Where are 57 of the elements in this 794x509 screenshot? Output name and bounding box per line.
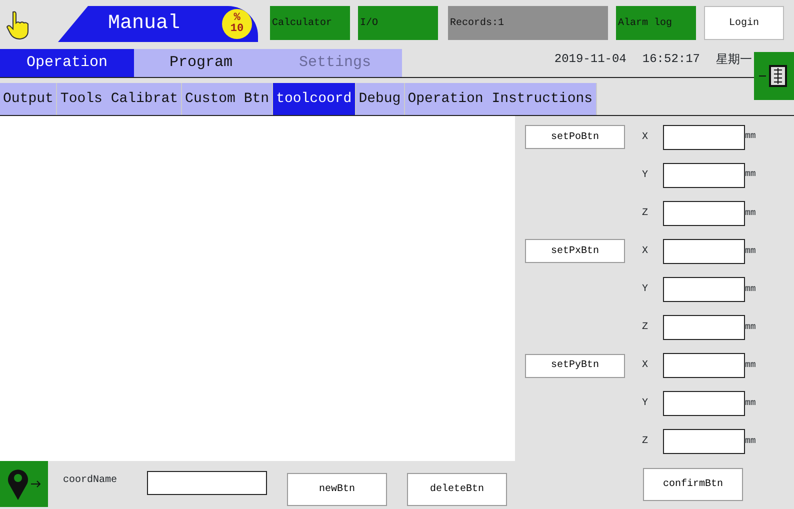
axis-label: Y	[640, 397, 649, 412]
coordinate-field[interactable]	[663, 162, 745, 188]
axis-label: X	[640, 244, 649, 259]
unit-label: mm	[745, 168, 756, 182]
header-button[interactable]: Login	[704, 6, 784, 40]
confirm-button[interactable]: confirmBtn	[643, 468, 744, 500]
coordinate-field[interactable]	[663, 353, 745, 378]
axis-label: Z	[640, 321, 649, 336]
set-point-button[interactable]: setPoBtn	[525, 125, 625, 150]
axis-label: X	[640, 130, 649, 145]
set-point-button[interactable]: setPxBtn	[525, 239, 625, 264]
side-button[interactable]	[754, 52, 794, 100]
date-text: 2019-11-04	[554, 51, 626, 68]
header-button[interactable]: I/O	[358, 6, 438, 40]
coordinate-field[interactable]	[663, 276, 745, 302]
header-button[interactable]: Alarm log	[616, 6, 696, 40]
weekday-text: 星期一	[716, 51, 752, 68]
main-tab[interactable]: Operation	[0, 49, 134, 77]
sub-tab[interactable]: Debug	[356, 83, 405, 115]
unit-label: mm	[745, 320, 756, 334]
unit-label: mm	[745, 244, 756, 258]
axis-label: X	[640, 359, 649, 374]
set-point-button[interactable]: setPyBtn	[525, 354, 625, 378]
coordinate-field[interactable]	[663, 391, 745, 416]
sub-tab[interactable]: Operation Instructions	[404, 83, 597, 115]
header-button[interactable]: Calculator	[270, 6, 350, 40]
axis-label: Y	[640, 282, 649, 297]
action-button[interactable]: deleteBtn	[407, 472, 508, 506]
location-button[interactable]	[0, 461, 48, 507]
coordinate-field[interactable]	[663, 238, 745, 264]
unit-label: mm	[745, 397, 756, 410]
sub-tab[interactable]: Tools Calibrat	[57, 83, 182, 115]
unit-label: mm	[745, 206, 756, 220]
sub-tab[interactable]: Custom Btn	[182, 83, 274, 115]
unit-label: mm	[745, 358, 756, 372]
action-button[interactable]: newBtn	[287, 472, 388, 506]
speed-value: 10	[230, 24, 244, 35]
list-icon	[758, 64, 790, 88]
unit-label: mm	[745, 435, 756, 448]
time-text: 16:52:17	[642, 51, 700, 68]
axis-label: Z	[640, 435, 649, 450]
sub-tab[interactable]: toolcoord	[273, 83, 356, 115]
mode-label: Manual	[108, 11, 180, 37]
coordinate-field[interactable]	[663, 124, 745, 150]
header-button[interactable]: Records:1	[448, 6, 608, 40]
axis-label: Z	[640, 206, 649, 221]
main-tab[interactable]: Program	[134, 49, 268, 77]
name-field[interactable]	[147, 471, 268, 495]
coordinate-field[interactable]	[663, 315, 745, 340]
axis-label: Y	[640, 168, 649, 183]
name-label: coordName	[63, 474, 118, 488]
coordinate-field[interactable]	[663, 200, 745, 226]
speed-unit: %	[234, 13, 240, 24]
coordinate-field[interactable]	[663, 429, 745, 454]
sub-tab[interactable]: Output	[0, 83, 58, 115]
unit-label: mm	[745, 130, 756, 144]
unit-label: mm	[745, 282, 756, 296]
